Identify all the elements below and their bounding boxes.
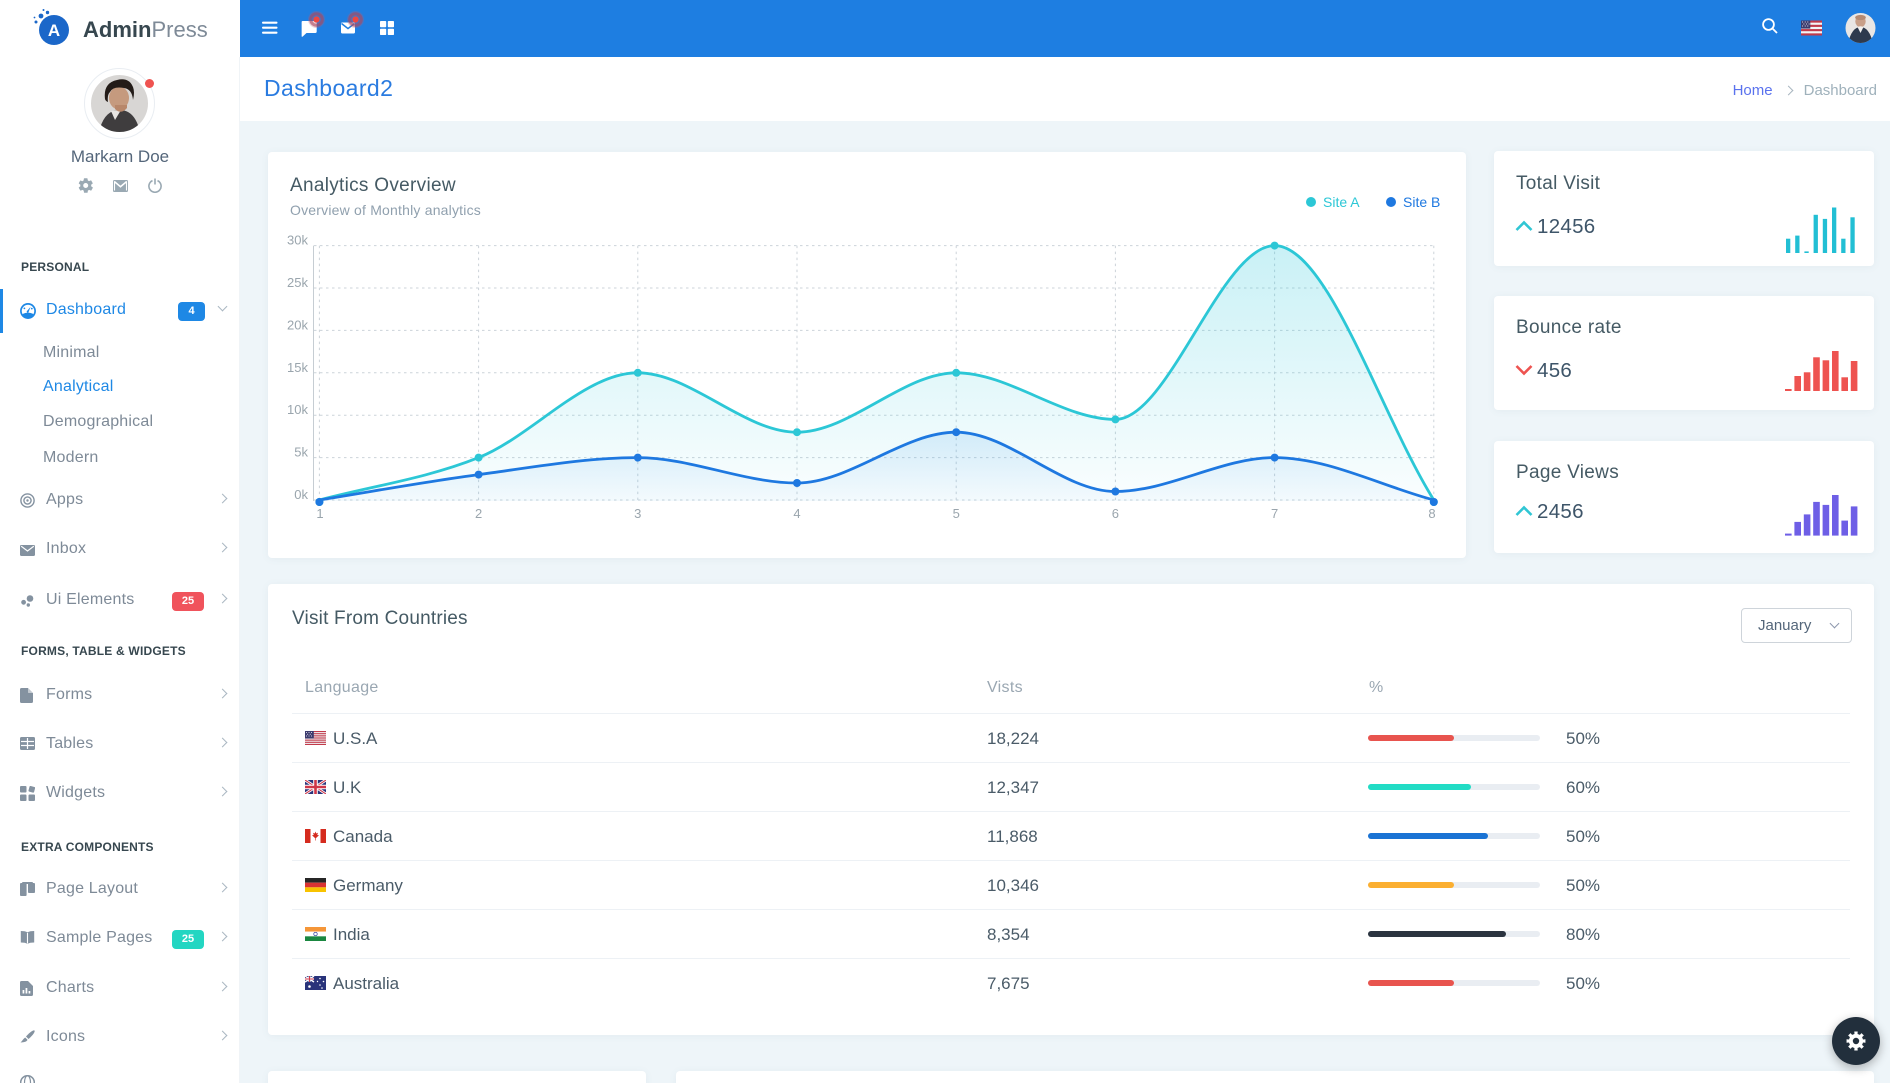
svg-text:4: 4 (793, 506, 800, 521)
svg-text:Page Views: Page Views (1516, 462, 1619, 483)
svg-text:5k: 5k (294, 445, 308, 460)
svg-text:2: 2 (475, 506, 482, 521)
svg-text:0k: 0k (294, 487, 308, 502)
svg-text:Bounce rate: Bounce rate (1516, 317, 1622, 338)
svg-text:Analytics Overview: Analytics Overview (290, 175, 456, 196)
svg-text:5: 5 (953, 506, 960, 521)
svg-text:7: 7 (1271, 506, 1278, 521)
svg-text:10k: 10k (287, 402, 308, 417)
svg-text:20k: 20k (287, 317, 308, 332)
svg-text:25k: 25k (287, 275, 308, 290)
svg-text:Overview of Monthly analytics: Overview of Monthly analytics (290, 202, 481, 218)
svg-text:2456: 2456 (1537, 500, 1584, 523)
svg-text:3: 3 (634, 506, 641, 521)
svg-text:15k: 15k (287, 360, 308, 375)
svg-text:A: A (48, 21, 60, 40)
svg-text:AdminPress: AdminPress (83, 17, 208, 42)
svg-text:6: 6 (1112, 506, 1119, 521)
svg-text:Site B: Site B (1403, 194, 1440, 210)
svg-text:12456: 12456 (1537, 215, 1596, 238)
svg-text:1: 1 (316, 506, 323, 521)
svg-text:456: 456 (1537, 359, 1572, 382)
svg-text:30k: 30k (287, 233, 308, 248)
svg-text:Site A: Site A (1323, 194, 1360, 210)
svg-text:Total Visit: Total Visit (1516, 173, 1601, 194)
svg-text:8: 8 (1428, 506, 1435, 521)
